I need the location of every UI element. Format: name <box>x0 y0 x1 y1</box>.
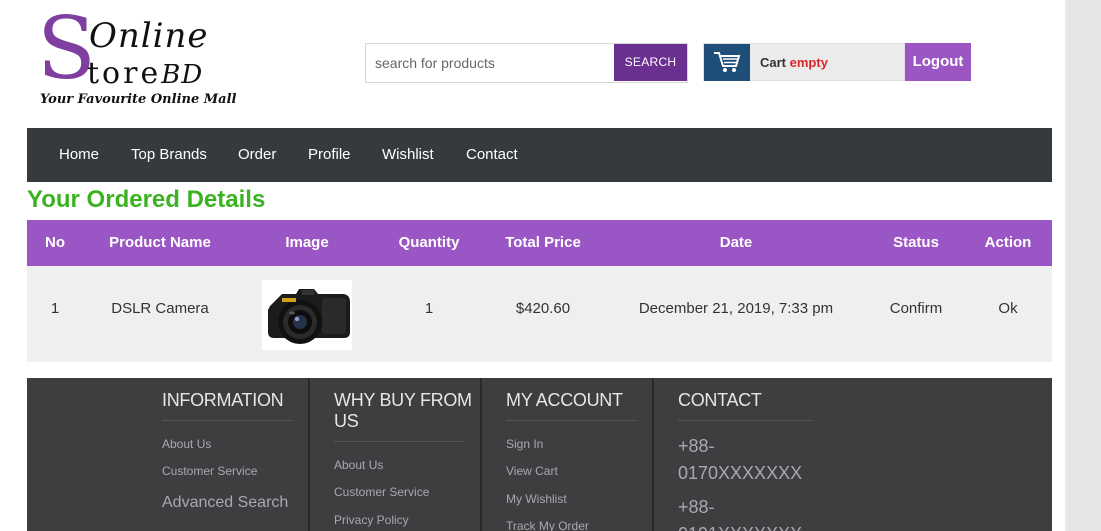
nav-item-order[interactable]: Order <box>238 128 276 182</box>
nav-item-wishlist[interactable]: Wishlist <box>382 128 434 182</box>
order-no: 1 <box>50 300 60 317</box>
column-header-date: Date <box>719 234 753 251</box>
search-button[interactable]: SEARCH <box>614 44 687 81</box>
column-header-action: Action <box>984 234 1032 251</box>
site-footer: INFORMATION About Us Customer Service Ad… <box>27 378 1052 531</box>
footer-information-title: INFORMATION <box>162 390 284 410</box>
main-nav: Home Top Brands Order Profile Wishlist C… <box>27 128 1052 182</box>
page: S Online toreBD Your Favourite Online Ma… <box>0 0 1065 531</box>
footer-phone-prefix: +88- <box>678 497 715 517</box>
nav-item-top-brands[interactable]: Top Brands <box>131 128 207 182</box>
column-header-status: Status <box>893 234 939 251</box>
orders-table-header: No Product Name Image Quantity Total Pri… <box>27 220 1052 266</box>
page-background-strip <box>1067 0 1101 531</box>
column-header-image: Image <box>285 234 329 251</box>
footer-link-track-my-order[interactable]: Track My Order <box>506 519 589 531</box>
cart-widget[interactable]: Cart empty <box>703 43 905 81</box>
footer-information: INFORMATION About Us Customer Service Ad… <box>162 378 307 531</box>
product-image-dslr-camera <box>262 280 352 350</box>
footer-link-about-us[interactable]: About Us <box>162 437 211 451</box>
column-header-total-price: Total Price <box>505 234 581 251</box>
order-status: Confirm <box>889 300 943 317</box>
footer-contact: CONTACT +88- 0170XXXXXXX +88- 0191XXXXXX… <box>678 378 823 531</box>
site-logo[interactable]: S Online toreBD Your Favourite Online Ma… <box>37 6 267 112</box>
logo-online-text: Online <box>89 16 209 56</box>
footer-link-customer-service[interactable]: Customer Service <box>334 485 429 499</box>
footer-divider-line <box>162 420 292 421</box>
footer-link-sign-in[interactable]: Sign In <box>506 437 543 451</box>
footer-phone-number: 0170XXXXXXX <box>678 463 803 483</box>
footer-link-my-wishlist[interactable]: My Wishlist <box>506 492 567 506</box>
footer-divider-line <box>678 420 813 421</box>
footer-phone-prefix: +88- <box>678 436 715 456</box>
nav-item-profile[interactable]: Profile <box>308 128 351 182</box>
footer-link-privacy-policy[interactable]: Privacy Policy <box>334 513 409 527</box>
order-date: December 21, 2019, 7:33 pm <box>638 300 834 317</box>
order-total-price: $420.60 <box>515 300 571 317</box>
footer-column-divider <box>308 378 310 531</box>
footer-column-divider <box>480 378 482 531</box>
footer-link-advanced-search[interactable]: Advanced Search <box>162 494 288 512</box>
footer-link-view-cart[interactable]: View Cart <box>506 464 558 478</box>
column-header-quantity: Quantity <box>398 234 460 251</box>
nav-item-home[interactable]: Home <box>59 128 99 182</box>
footer-column-divider <box>652 378 654 531</box>
column-header-product-name: Product Name <box>109 234 211 251</box>
footer-why-buy-title-line1: WHY BUY FROM <box>334 390 472 410</box>
order-product-name: DSLR Camera <box>111 300 209 317</box>
footer-contact-title: CONTACT <box>678 390 762 410</box>
footer-divider-line <box>334 441 464 442</box>
footer-link-customer-service[interactable]: Customer Service <box>162 464 257 478</box>
footer-why-buy-title-line2: US <box>334 411 359 431</box>
table-row: 1 DSLR Camera 1 $420.60 December 21, 201… <box>27 266 1052 362</box>
logo-store-word: tore <box>87 56 162 91</box>
logo-bd-text: BD <box>161 60 204 90</box>
search-input[interactable] <box>366 44 614 82</box>
search-bar: SEARCH <box>365 43 688 83</box>
logo-store-text: toreBD <box>87 56 203 91</box>
footer-link-about-us[interactable]: About Us <box>334 458 383 472</box>
order-quantity: 1 <box>424 300 434 317</box>
logo-tagline: Your Favourite Online Mall <box>40 92 237 107</box>
footer-divider-line <box>506 420 636 421</box>
footer-phone-number: 0191XXXXXXX <box>678 521 802 531</box>
page-title: Your Ordered Details <box>27 186 266 213</box>
nav-item-contact[interactable]: Contact <box>466 128 518 182</box>
cart-status-text: Cart empty <box>760 55 828 70</box>
cart-icon <box>704 44 750 81</box>
footer-why-buy: WHY BUY FROM US About Us Customer Servic… <box>334 378 479 531</box>
footer-my-account-title: MY ACCOUNT <box>506 390 623 410</box>
cart-label: Cart <box>760 55 787 70</box>
footer-my-account: MY ACCOUNT Sign In View Cart My Wishlist… <box>506 378 651 531</box>
logout-button[interactable]: Logout <box>905 43 971 81</box>
column-header-no: No <box>45 234 65 251</box>
order-action[interactable]: Ok <box>968 266 1048 352</box>
cart-empty-label: empty <box>789 55 828 70</box>
